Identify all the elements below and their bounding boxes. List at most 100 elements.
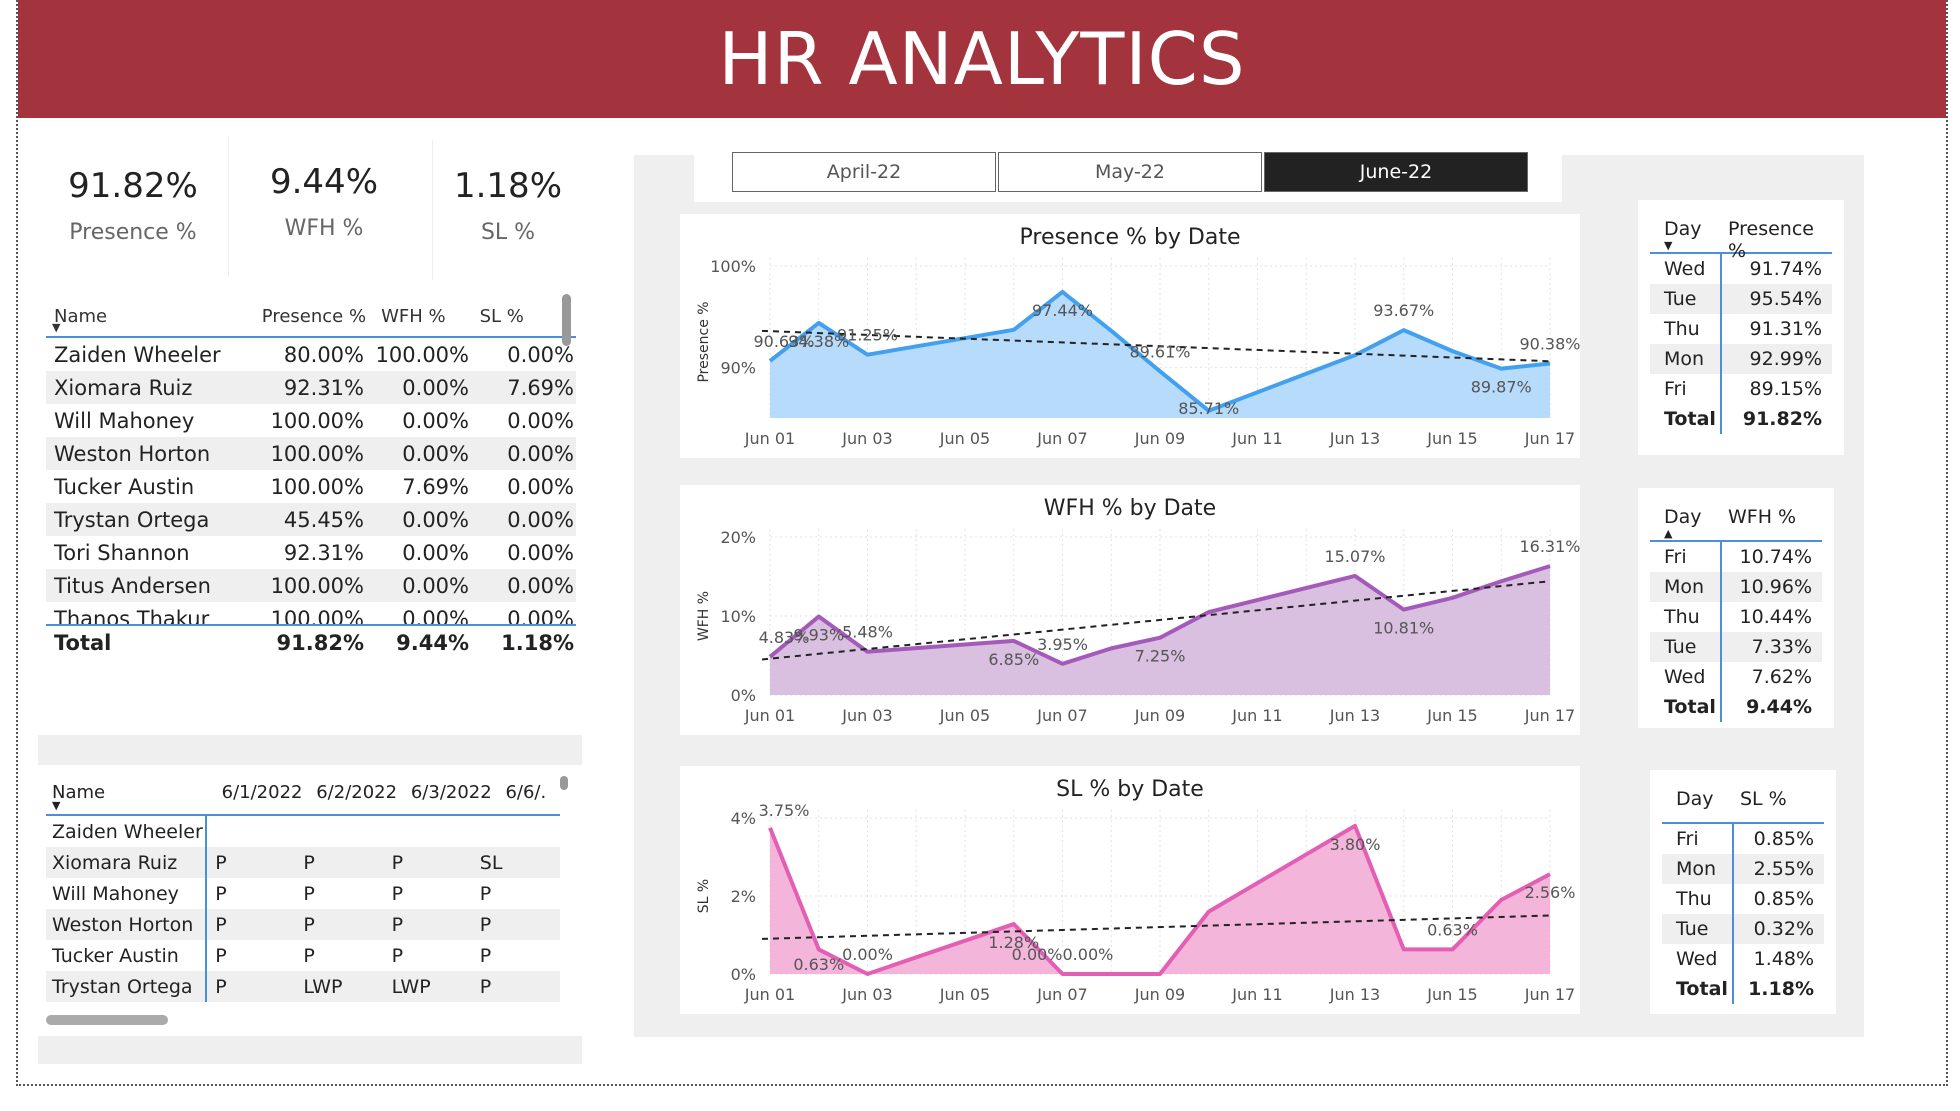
x-tick-label: Jun 11 [1231, 985, 1282, 1004]
column-header-name[interactable]: Name [46, 782, 218, 803]
table-row[interactable]: Tori Shannon 92.31% 0.00% 0.00% [46, 536, 576, 569]
slicer-april[interactable]: April-22 [732, 152, 996, 192]
sl-chart: SL % by Date SL % 4% 2% 0% Jun 01 Jun 03 Jun 05… [680, 766, 1580, 1014]
table-row[interactable]: Weston Horton 100.00% 0.00% 0.00% [46, 437, 576, 470]
kpi-value: 9.44% [269, 162, 378, 202]
column-header-day[interactable]: Day [1650, 218, 1720, 240]
cell-wfh: 0.00% [402, 375, 469, 400]
column-header-date[interactable]: 6/2/2022 [312, 782, 407, 803]
attendance-row[interactable]: Weston Horton P P P P [46, 909, 560, 940]
day-row[interactable]: Fri 89.15% [1650, 374, 1832, 404]
column-header-value[interactable]: WFH % [1720, 506, 1822, 528]
total-label: Total [1662, 974, 1734, 1004]
sort-down-icon[interactable]: ▼ [52, 799, 60, 812]
scroll-thumb-icon[interactable] [560, 776, 568, 790]
cell-wfh: 100.00% [375, 342, 469, 367]
day-row[interactable]: Tue 0.32% [1662, 914, 1824, 944]
day-row[interactable]: Mon 92.99% [1650, 344, 1832, 374]
day-row[interactable]: Thu 10.44% [1650, 602, 1822, 632]
data-label: 16.31% [1519, 537, 1580, 556]
cell-value: 10.74% [1739, 546, 1812, 568]
table-total-row: Total 91.82% 9.44% 1.18% [46, 624, 576, 660]
table-vertical-scrollbar[interactable] [562, 294, 571, 346]
table-row[interactable]: Thanos Thakur 100.00% 0.00% 0.00% [46, 602, 576, 625]
y-tick-label: 2% [731, 887, 756, 906]
cell-sl: 0.00% [507, 342, 574, 367]
table-row[interactable]: Trystan Ortega 45.45% 0.00% 0.00% [46, 503, 576, 536]
column-header-name[interactable]: Name [46, 306, 258, 327]
x-tick-label: Jun 13 [1329, 429, 1380, 448]
x-tick-label: Jun 03 [841, 985, 892, 1004]
data-label: 3.75% [759, 801, 810, 820]
cell-wfh: 0.00% [402, 408, 469, 433]
day-row[interactable]: Fri 10.74% [1650, 542, 1822, 572]
y-tick-label: 0% [731, 965, 756, 984]
cell-value: 95.54% [1749, 288, 1822, 310]
cell-status: P [391, 851, 404, 874]
x-tick-label: Jun 17 [1524, 706, 1575, 725]
data-label: 0.63% [1427, 920, 1478, 939]
day-row[interactable]: Thu 0.85% [1662, 884, 1824, 914]
day-row[interactable]: Mon 10.96% [1650, 572, 1822, 602]
cell-status: P [215, 944, 227, 967]
cell-name: Weston Horton [54, 441, 211, 466]
cell-presence: 80.00% [283, 342, 364, 367]
column-header-day[interactable]: Day [1662, 788, 1732, 810]
column-header-date[interactable]: 6/1/2022 [218, 782, 313, 803]
attendance-table: Name 6/1/2022 6/2/2022 6/3/2022 6/6/. ▼ … [46, 770, 568, 1002]
sort-up-icon[interactable]: ▲ [1664, 527, 1672, 540]
day-row[interactable]: Fri 0.85% [1662, 824, 1824, 854]
cell-value: 10.44% [1739, 606, 1812, 628]
divider-band [38, 1036, 582, 1064]
cell-day: Wed [1662, 944, 1734, 974]
x-tick-label: Jun 17 [1524, 429, 1575, 448]
day-total-row: Total 91.82% [1650, 404, 1832, 434]
cell-presence: 100.00% [270, 441, 364, 466]
table-row[interactable]: Will Mahoney 100.00% 0.00% 0.00% [46, 404, 576, 437]
cell-status: P [215, 851, 227, 874]
column-header-presence[interactable]: Presence % [258, 306, 377, 327]
x-tick-label: Jun 03 [841, 706, 892, 725]
cell-status: P [303, 913, 315, 936]
cell-value: 89.15% [1749, 378, 1822, 400]
attendance-horizontal-scrollbar[interactable] [46, 1015, 168, 1025]
cell-wfh: 0.00% [402, 606, 469, 625]
slicer-june[interactable]: June-22 [1264, 152, 1528, 192]
column-header-value[interactable]: Presence % [1720, 218, 1832, 262]
x-tick-label: Jun 05 [939, 985, 990, 1004]
wfh-chart: WFH % by Date WFH % 20% 10% 0% Jun 01 Jun 03 Ju… [680, 485, 1581, 735]
sort-down-icon[interactable]: ▼ [52, 321, 60, 334]
slicer-may[interactable]: May-22 [998, 152, 1262, 192]
table-row[interactable]: Xiomara Ruiz 92.31% 0.00% 7.69% [46, 371, 576, 404]
day-row[interactable]: Tue 7.33% [1650, 632, 1822, 662]
column-header-day[interactable]: Day [1650, 506, 1720, 528]
cell-presence: 100.00% [270, 408, 364, 433]
day-row[interactable]: Wed 1.48% [1662, 944, 1824, 974]
column-header-value[interactable]: SL % [1732, 788, 1824, 810]
table-row[interactable]: Tucker Austin 100.00% 7.69% 0.00% [46, 470, 576, 503]
cell-sl: 0.00% [507, 606, 574, 625]
cell-sl: 0.00% [507, 474, 574, 499]
table-row[interactable]: Titus Andersen 100.00% 0.00% 0.00% [46, 569, 576, 602]
day-table-body: Fri 0.85% Mon 2.55% Thu 0.85% Tue 0.32% Wed 1.48%… [1662, 824, 1824, 1004]
attendance-row[interactable]: Will Mahoney P P P P [46, 878, 560, 909]
column-header-wfh[interactable]: WFH % [377, 306, 471, 327]
attendance-row[interactable]: Trystan Ortega P LWP LWP P [46, 971, 560, 1002]
column-header-date[interactable]: 6/6/. [501, 782, 560, 803]
data-label: 89.61% [1129, 342, 1190, 361]
day-row[interactable]: Wed 7.62% [1650, 662, 1822, 692]
attendance-row[interactable]: Tucker Austin P P P P [46, 940, 560, 971]
title-banner: HR ANALYTICS [18, 0, 1946, 118]
sort-down-icon[interactable]: ▼ [1664, 239, 1672, 252]
column-header-sl[interactable]: SL % [472, 306, 576, 327]
day-row[interactable]: Tue 95.54% [1650, 284, 1832, 314]
day-row[interactable]: Thu 91.31% [1650, 314, 1832, 344]
attendance-row[interactable]: Zaiden Wheeler [46, 816, 560, 847]
data-label: 2.56% [1525, 883, 1576, 902]
day-row[interactable]: Mon 2.55% [1662, 854, 1824, 884]
column-header-date[interactable]: 6/3/2022 [407, 782, 502, 803]
attendance-row[interactable]: Xiomara Ruiz P P P SL [46, 847, 560, 878]
table-row[interactable]: Zaiden Wheeler 80.00% 100.00% 0.00% [46, 338, 576, 371]
wfh-by-day-table: Day WFH % ▲ Fri 10.74% Mon 10.96% Thu 10.44% T… [1638, 488, 1834, 728]
cell-sl: 0.00% [507, 540, 574, 565]
